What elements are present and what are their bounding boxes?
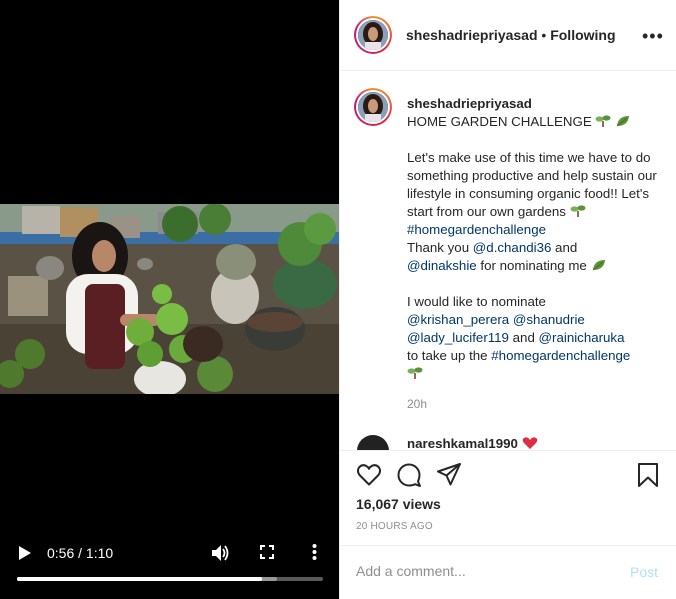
leaf-emoji: [592, 260, 605, 271]
hashtag-link[interactable]: #homegardenchallenge: [407, 222, 546, 237]
bookmark-icon[interactable]: [635, 462, 661, 488]
hashtag-link[interactable]: #homegardenchallenge: [491, 348, 630, 363]
caption-text: for nominating me: [476, 258, 587, 273]
following-button[interactable]: Following: [550, 27, 615, 43]
post-actions: 16,067 views 20 HOURS AGO: [340, 450, 676, 546]
mention-link[interactable]: @shanudrie: [513, 312, 585, 327]
volume-icon[interactable]: [211, 544, 229, 562]
video-frame[interactable]: [0, 204, 339, 394]
leaf-emoji: [616, 116, 630, 127]
progress-bar[interactable]: [17, 577, 323, 581]
caption-title: HOME GARDEN CHALLENGE: [407, 114, 592, 129]
caption-username[interactable]: sheshadriepriyasad: [407, 95, 657, 113]
kebab-icon[interactable]: [312, 544, 317, 560]
comment-icon[interactable]: [396, 462, 422, 488]
heart-icon[interactable]: [356, 462, 382, 488]
time-display: 0:56 / 1:10: [47, 545, 114, 561]
caption-text: and: [508, 330, 539, 345]
header-separator: •: [541, 27, 547, 43]
share-icon[interactable]: [436, 462, 462, 488]
caption-text: I would like to nominate: [407, 294, 546, 309]
header-user-line: sheshadriepriyasad • Following: [406, 27, 616, 43]
post-button[interactable]: Post: [630, 564, 658, 580]
fullscreen-icon[interactable]: [260, 545, 274, 559]
seedling-emoji: [407, 367, 423, 379]
commenter-username[interactable]: nareshkamal1990: [407, 436, 538, 450]
mention-link[interactable]: @rainicharuka: [539, 330, 625, 345]
header-username[interactable]: sheshadriepriyasad: [406, 27, 538, 43]
comments-area[interactable]: sheshadriepriyasad HOME GARDEN CHALLENGE…: [340, 72, 676, 450]
progress-fill: [17, 577, 262, 581]
profile-photo: [358, 92, 388, 122]
more-options-button[interactable]: •••: [642, 26, 664, 47]
caption-text: to take up the: [407, 348, 492, 363]
video-still-garden: [0, 204, 339, 394]
video-controls: 0:56 / 1:10: [0, 530, 339, 599]
avatar[interactable]: [354, 16, 392, 54]
mention-link[interactable]: @lady_lucifer119: [407, 330, 509, 345]
add-comment-bar: Post: [340, 545, 676, 599]
video-player[interactable]: 0:56 / 1:10: [0, 0, 339, 599]
mention-link[interactable]: @dinakshie: [407, 258, 477, 273]
heart-emoji: [522, 437, 537, 449]
caption-avatar[interactable]: [354, 88, 392, 126]
post-header: sheshadriepriyasad • Following •••: [340, 0, 676, 71]
caption-text: Thank you: [407, 240, 473, 255]
caption-timestamp[interactable]: 20h: [407, 397, 427, 411]
mention-link[interactable]: @krishan_perera: [407, 312, 509, 327]
caption: sheshadriepriyasad HOME GARDEN CHALLENGE…: [407, 95, 657, 383]
commenter-avatar[interactable]: [357, 435, 389, 450]
commenter-username-text[interactable]: nareshkamal1990: [407, 436, 518, 450]
seedling-emoji: [570, 205, 586, 217]
posted-time[interactable]: 20 HOURS AGO: [356, 521, 433, 532]
profile-photo: [358, 20, 388, 50]
post-sidebar: sheshadriepriyasad • Following ••• shesh…: [339, 0, 676, 599]
play-icon[interactable]: [18, 545, 32, 561]
caption-paragraph: Let's make use of this time we have to d…: [407, 150, 657, 219]
view-count[interactable]: 16,067 views: [356, 496, 441, 512]
seedling-emoji: [595, 115, 611, 127]
mention-link[interactable]: @d.chandi36: [473, 240, 552, 255]
comment-input[interactable]: [356, 563, 606, 579]
caption-text: and: [551, 240, 578, 255]
